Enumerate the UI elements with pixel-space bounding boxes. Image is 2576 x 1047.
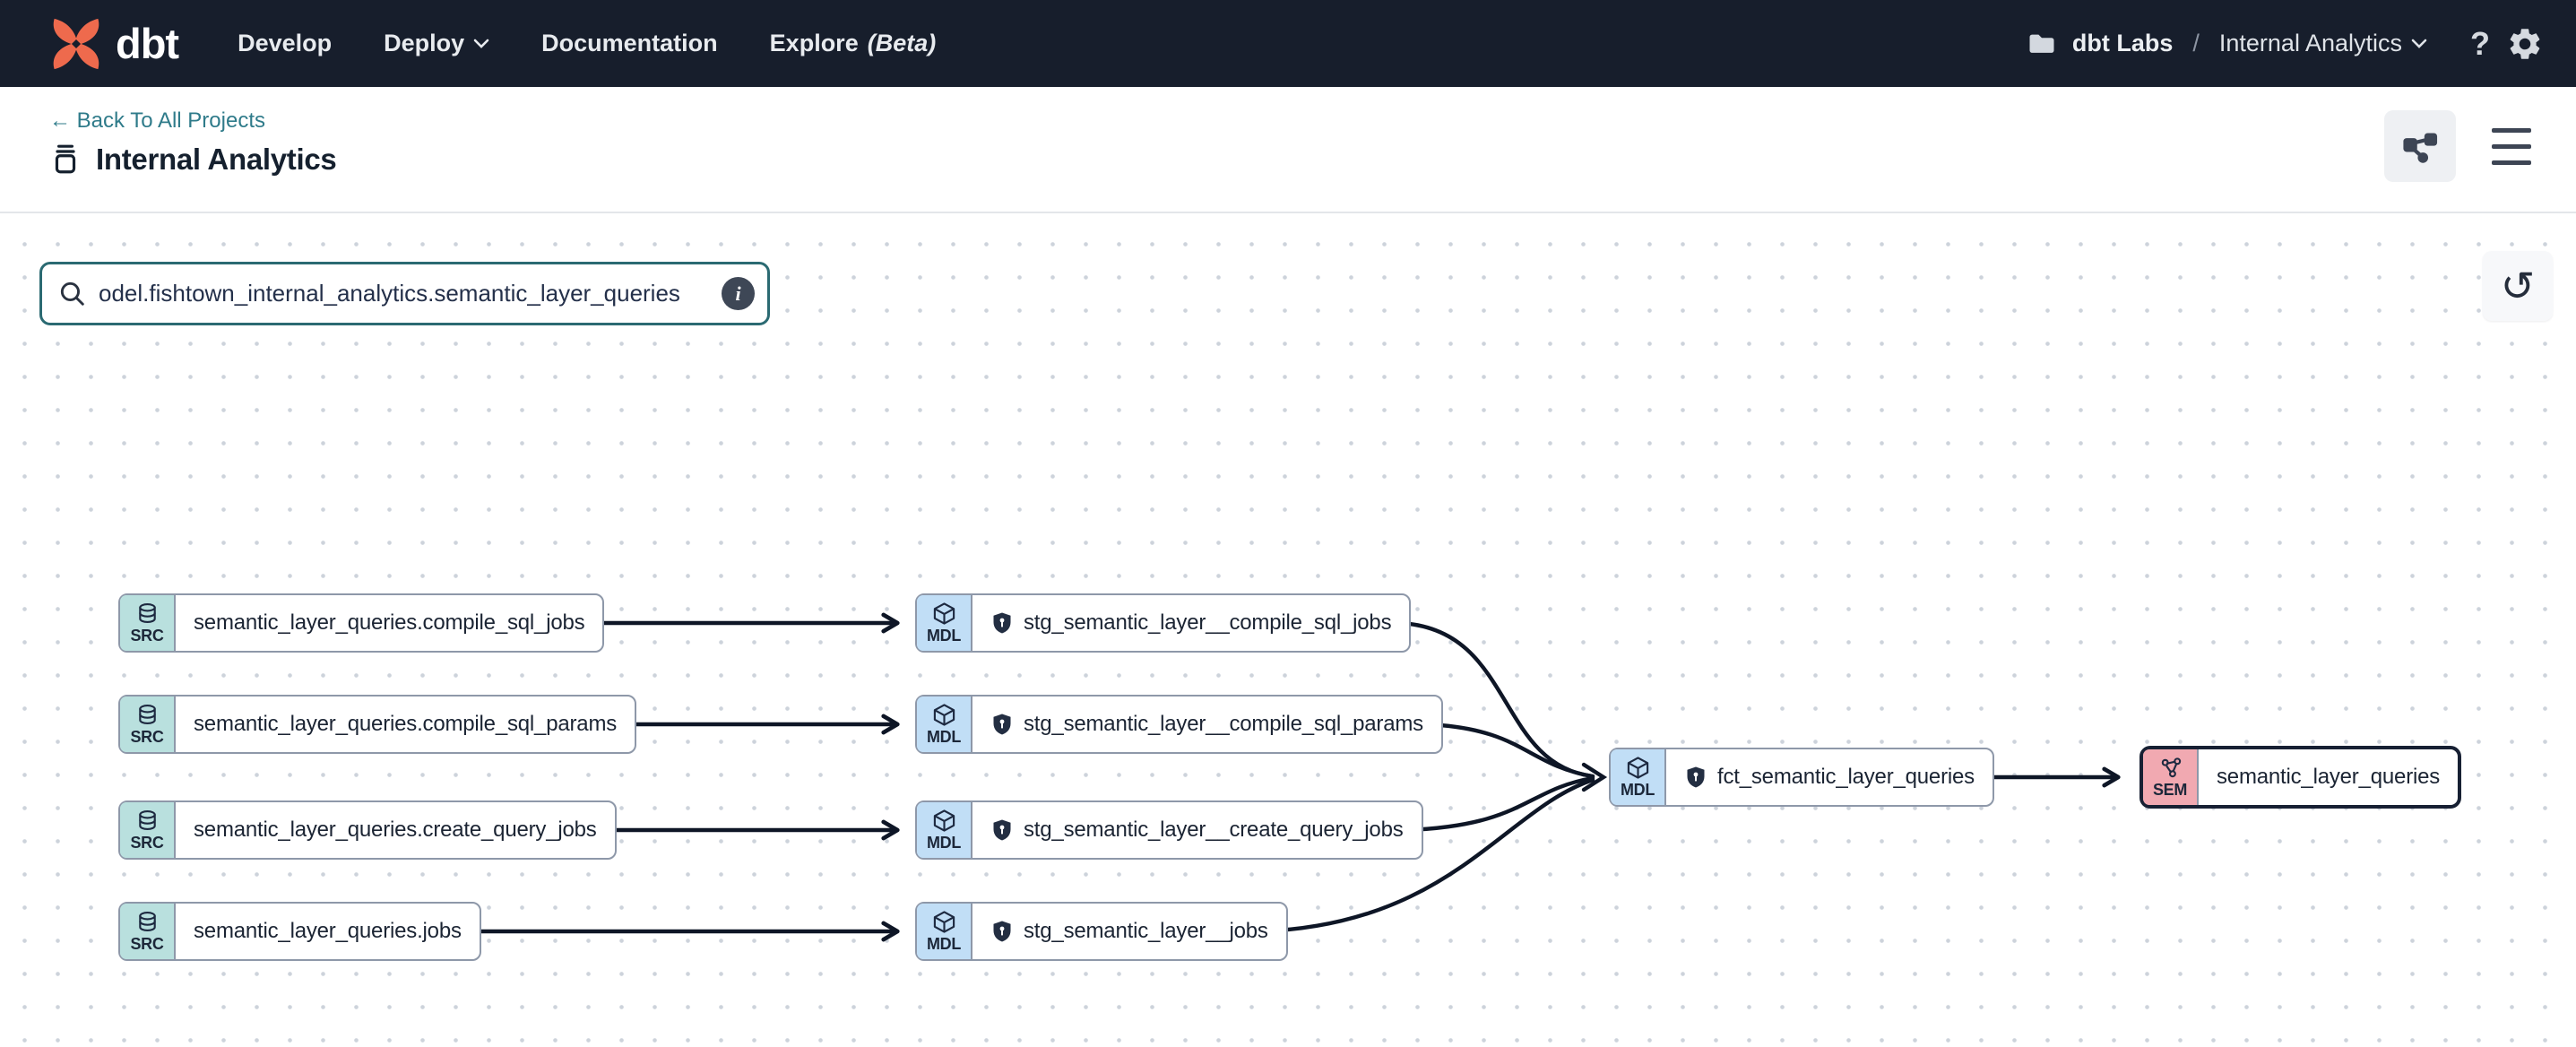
node-type-badge: SRC — [120, 595, 176, 651]
lineage-view-button[interactable] — [2384, 110, 2456, 182]
node-type-label: MDL — [1621, 781, 1655, 800]
node-type-label: SRC — [130, 728, 163, 747]
cube-icon — [932, 910, 956, 934]
node-label: stg_semantic_layer__compile_sql_params — [972, 697, 1441, 752]
node-type-badge: SEM — [2143, 749, 2199, 805]
nav-item-develop[interactable]: Develop — [238, 30, 332, 57]
database-icon — [135, 601, 160, 626]
shield-lock-icon — [990, 818, 1014, 842]
project-jar-icon — [49, 143, 82, 176]
node-label: stg_semantic_layer__create_query_jobs — [972, 802, 1422, 858]
breadcrumb-separator: / — [2192, 30, 2200, 57]
graph-node-src-compile-sql-jobs[interactable]: SRC semantic_layer_queries.compile_sql_j… — [118, 593, 604, 653]
database-icon — [135, 703, 160, 727]
project-header: ← Back To All Projects Internal Analytic… — [0, 87, 2576, 213]
node-type-label: SRC — [130, 935, 163, 954]
search-value: odel.fishtown_internal_analytics.semanti… — [99, 280, 722, 307]
reset-view-button[interactable]: ↺ — [2483, 251, 2553, 321]
node-type-badge: MDL — [917, 595, 972, 651]
shield-lock-icon — [990, 611, 1014, 635]
node-label: semantic_layer_queries — [2199, 749, 2458, 805]
shield-lock-icon — [1684, 766, 1707, 789]
node-type-badge: MDL — [917, 904, 972, 959]
graph-node-stg-create-query-jobs[interactable]: MDL stg_semantic_layer__create_query_job… — [915, 800, 1423, 860]
graph-node-stg-compile-sql-params[interactable]: MDL stg_semantic_layer__compile_sql_para… — [915, 695, 1443, 754]
cube-icon — [932, 809, 956, 833]
info-icon[interactable]: i — [722, 277, 755, 310]
nav-item-documentation[interactable]: Documentation — [541, 30, 718, 57]
node-label: stg_semantic_layer__jobs — [972, 904, 1286, 959]
nav-item-deploy[interactable]: Deploy — [384, 30, 489, 57]
chevron-down-icon — [473, 39, 489, 48]
node-label: stg_semantic_layer__compile_sql_jobs — [972, 595, 1409, 651]
graph-node-fct-semantic-layer-queries[interactable]: MDL fct_semantic_layer_queries — [1609, 748, 1994, 807]
node-type-label: SRC — [130, 627, 163, 645]
cube-icon — [1626, 756, 1650, 780]
node-type-badge: MDL — [917, 697, 972, 752]
nav-item-explore[interactable]: Explore (Beta) — [770, 30, 937, 57]
search-icon — [58, 280, 86, 307]
node-label: semantic_layer_queries.create_query_jobs — [176, 802, 615, 858]
node-type-badge: MDL — [917, 802, 972, 858]
chevron-down-icon — [2411, 39, 2427, 48]
triangle-network-icon — [2158, 756, 2183, 780]
node-type-label: MDL — [927, 728, 961, 747]
node-type-badge: SRC — [120, 697, 176, 752]
nav-links: Develop Deploy Documentation Explore (Be… — [238, 30, 936, 57]
node-type-label: SRC — [130, 834, 163, 852]
folder-icon — [2027, 31, 2056, 56]
node-label: semantic_layer_queries.jobs — [176, 904, 480, 959]
lineage-search-input[interactable]: odel.fishtown_internal_analytics.semanti… — [39, 262, 770, 325]
graph-node-src-create-query-jobs[interactable]: SRC semantic_layer_queries.create_query_… — [118, 800, 617, 860]
graph-node-semantic-layer-queries[interactable]: SEM semantic_layer_queries — [2139, 746, 2461, 809]
database-icon — [135, 910, 160, 934]
lineage-dag-icon — [2401, 127, 2439, 165]
dbt-logo-icon — [49, 17, 103, 71]
shield-lock-icon — [990, 713, 1014, 736]
menu-hamburger-button[interactable] — [2486, 123, 2537, 170]
help-icon[interactable]: ? — [2470, 25, 2490, 63]
node-type-label: MDL — [927, 935, 961, 954]
settings-gear-icon[interactable] — [2506, 25, 2544, 63]
node-label: semantic_layer_queries.compile_sql_param… — [176, 697, 635, 752]
graph-node-stg-jobs[interactable]: MDL stg_semantic_layer__jobs — [915, 902, 1288, 961]
cube-icon — [932, 703, 956, 727]
dbt-logo[interactable]: dbt — [49, 17, 178, 71]
top-navbar: dbt Develop Deploy Documentation Explore… — [0, 0, 2576, 87]
beta-tag: (Beta) — [868, 30, 937, 57]
node-type-label: MDL — [927, 834, 961, 852]
page-title: Internal Analytics — [96, 143, 336, 177]
navbar-right: dbt Labs / Internal Analytics ? — [2027, 25, 2544, 63]
node-type-badge: SRC — [120, 904, 176, 959]
cube-icon — [932, 601, 956, 626]
node-type-label: SEM — [2153, 781, 2187, 800]
back-to-projects-link[interactable]: ← Back To All Projects — [49, 108, 265, 134]
dbt-logo-text: dbt — [116, 19, 178, 68]
database-icon — [135, 809, 160, 833]
node-label: fct_semantic_layer_queries — [1666, 749, 1993, 805]
node-type-badge: MDL — [1611, 749, 1666, 805]
node-type-label: MDL — [927, 627, 961, 645]
account-name[interactable]: dbt Labs — [2072, 30, 2174, 57]
graph-node-src-jobs[interactable]: SRC semantic_layer_queries.jobs — [118, 902, 481, 961]
graph-node-stg-compile-sql-jobs[interactable]: MDL stg_semantic_layer__compile_sql_jobs — [915, 593, 1411, 653]
node-type-badge: SRC — [120, 802, 176, 858]
graph-node-src-compile-sql-params[interactable]: SRC semantic_layer_queries.compile_sql_p… — [118, 695, 636, 754]
shield-lock-icon — [990, 920, 1014, 943]
node-label: semantic_layer_queries.compile_sql_jobs — [176, 595, 602, 651]
project-switcher[interactable]: Internal Analytics — [2219, 30, 2427, 57]
